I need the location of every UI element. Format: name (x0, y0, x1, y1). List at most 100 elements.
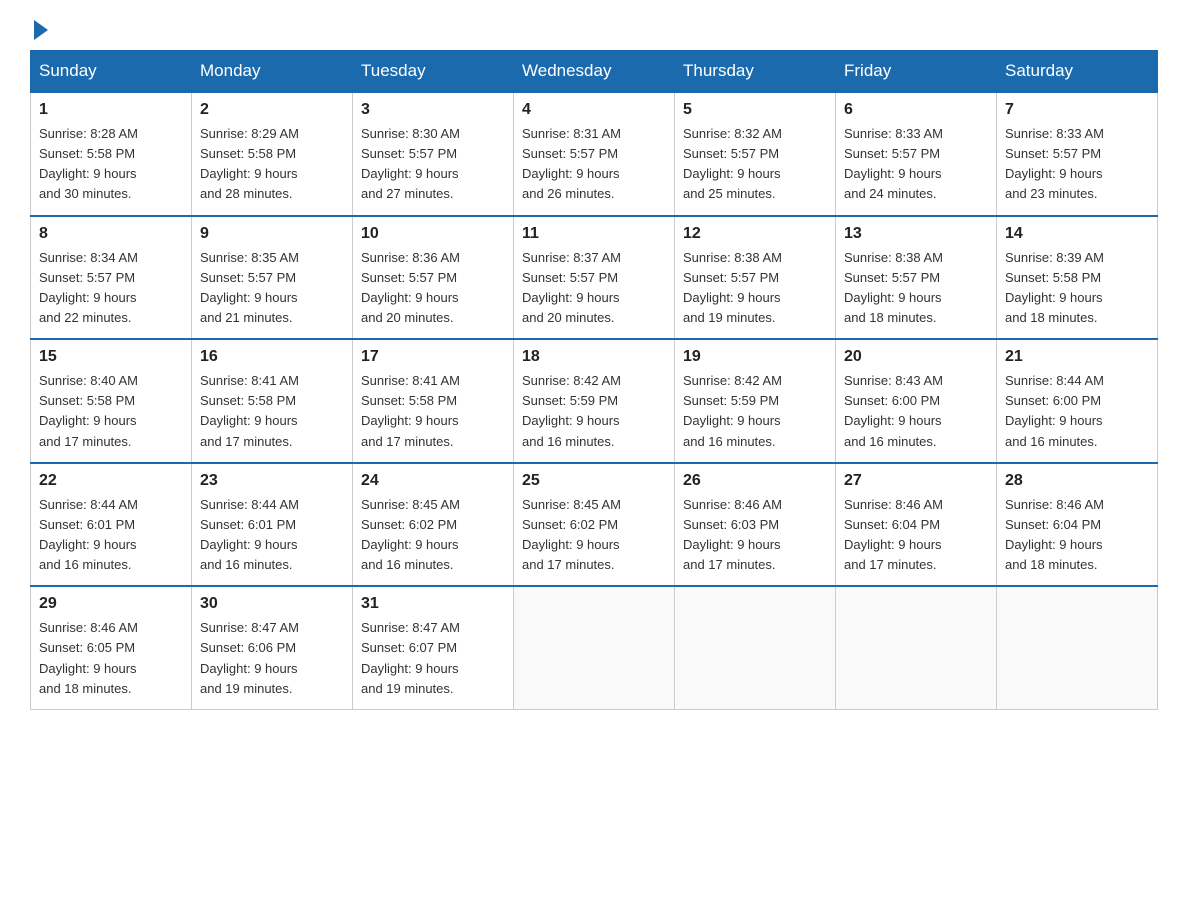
calendar-cell: 22 Sunrise: 8:44 AM Sunset: 6:01 PM Dayl… (31, 463, 192, 587)
logo-blue-text (30, 20, 48, 40)
daylight-label: Daylight: 9 hours (200, 661, 298, 676)
day-info: Sunrise: 8:44 AM Sunset: 6:00 PM Dayligh… (1005, 371, 1149, 452)
day-info: Sunrise: 8:40 AM Sunset: 5:58 PM Dayligh… (39, 371, 183, 452)
sunrise-label: Sunrise: 8:33 AM (1005, 126, 1104, 141)
daylight-label: Daylight: 9 hours (844, 537, 942, 552)
sunset-label: Sunset: 5:58 PM (361, 393, 457, 408)
calendar-week-5: 29 Sunrise: 8:46 AM Sunset: 6:05 PM Dayl… (31, 586, 1158, 709)
day-number: 13 (844, 225, 988, 243)
sunrise-label: Sunrise: 8:46 AM (844, 497, 943, 512)
day-info: Sunrise: 8:29 AM Sunset: 5:58 PM Dayligh… (200, 124, 344, 205)
sunset-label: Sunset: 6:04 PM (844, 517, 940, 532)
day-number: 4 (522, 101, 666, 119)
day-number: 30 (200, 595, 344, 613)
day-number: 20 (844, 348, 988, 366)
weekday-header-thursday: Thursday (675, 51, 836, 93)
daylight-minutes: and 20 minutes. (522, 310, 615, 325)
daylight-minutes: and 18 minutes. (1005, 557, 1098, 572)
day-info: Sunrise: 8:39 AM Sunset: 5:58 PM Dayligh… (1005, 248, 1149, 329)
day-number: 5 (683, 101, 827, 119)
daylight-minutes: and 16 minutes. (200, 557, 293, 572)
day-info: Sunrise: 8:45 AM Sunset: 6:02 PM Dayligh… (522, 495, 666, 576)
daylight-minutes: and 17 minutes. (683, 557, 776, 572)
day-number: 18 (522, 348, 666, 366)
daylight-label: Daylight: 9 hours (361, 290, 459, 305)
day-number: 2 (200, 101, 344, 119)
daylight-label: Daylight: 9 hours (39, 537, 137, 552)
sunrise-label: Sunrise: 8:38 AM (844, 250, 943, 265)
daylight-minutes: and 19 minutes. (200, 681, 293, 696)
weekday-header-saturday: Saturday (997, 51, 1158, 93)
sunrise-label: Sunrise: 8:28 AM (39, 126, 138, 141)
sunset-label: Sunset: 5:57 PM (200, 270, 296, 285)
daylight-label: Daylight: 9 hours (39, 166, 137, 181)
calendar-cell: 20 Sunrise: 8:43 AM Sunset: 6:00 PM Dayl… (836, 339, 997, 463)
day-info: Sunrise: 8:33 AM Sunset: 5:57 PM Dayligh… (844, 124, 988, 205)
logo-arrow-icon (34, 20, 48, 40)
day-info: Sunrise: 8:42 AM Sunset: 5:59 PM Dayligh… (683, 371, 827, 452)
sunset-label: Sunset: 5:57 PM (844, 146, 940, 161)
daylight-minutes: and 17 minutes. (522, 557, 615, 572)
daylight-label: Daylight: 9 hours (361, 166, 459, 181)
calendar-cell: 30 Sunrise: 8:47 AM Sunset: 6:06 PM Dayl… (192, 586, 353, 709)
day-number: 14 (1005, 225, 1149, 243)
day-info: Sunrise: 8:44 AM Sunset: 6:01 PM Dayligh… (39, 495, 183, 576)
day-info: Sunrise: 8:31 AM Sunset: 5:57 PM Dayligh… (522, 124, 666, 205)
day-number: 29 (39, 595, 183, 613)
sunrise-label: Sunrise: 8:32 AM (683, 126, 782, 141)
daylight-label: Daylight: 9 hours (522, 166, 620, 181)
daylight-label: Daylight: 9 hours (844, 166, 942, 181)
sunset-label: Sunset: 5:57 PM (683, 270, 779, 285)
day-number: 28 (1005, 472, 1149, 490)
calendar-cell: 26 Sunrise: 8:46 AM Sunset: 6:03 PM Dayl… (675, 463, 836, 587)
day-info: Sunrise: 8:32 AM Sunset: 5:57 PM Dayligh… (683, 124, 827, 205)
day-info: Sunrise: 8:46 AM Sunset: 6:04 PM Dayligh… (844, 495, 988, 576)
day-info: Sunrise: 8:30 AM Sunset: 5:57 PM Dayligh… (361, 124, 505, 205)
calendar-cell (514, 586, 675, 709)
daylight-minutes: and 28 minutes. (200, 186, 293, 201)
day-number: 21 (1005, 348, 1149, 366)
daylight-minutes: and 27 minutes. (361, 186, 454, 201)
calendar-week-4: 22 Sunrise: 8:44 AM Sunset: 6:01 PM Dayl… (31, 463, 1158, 587)
calendar-cell: 5 Sunrise: 8:32 AM Sunset: 5:57 PM Dayli… (675, 92, 836, 216)
day-info: Sunrise: 8:38 AM Sunset: 5:57 PM Dayligh… (844, 248, 988, 329)
sunrise-label: Sunrise: 8:30 AM (361, 126, 460, 141)
daylight-label: Daylight: 9 hours (361, 661, 459, 676)
sunset-label: Sunset: 6:07 PM (361, 640, 457, 655)
sunrise-label: Sunrise: 8:38 AM (683, 250, 782, 265)
calendar-cell: 29 Sunrise: 8:46 AM Sunset: 6:05 PM Dayl… (31, 586, 192, 709)
day-info: Sunrise: 8:46 AM Sunset: 6:03 PM Dayligh… (683, 495, 827, 576)
calendar-cell: 17 Sunrise: 8:41 AM Sunset: 5:58 PM Dayl… (353, 339, 514, 463)
day-number: 17 (361, 348, 505, 366)
daylight-label: Daylight: 9 hours (522, 290, 620, 305)
sunrise-label: Sunrise: 8:34 AM (39, 250, 138, 265)
sunrise-label: Sunrise: 8:46 AM (683, 497, 782, 512)
daylight-minutes: and 16 minutes. (361, 557, 454, 572)
daylight-minutes: and 19 minutes. (683, 310, 776, 325)
sunrise-label: Sunrise: 8:46 AM (39, 620, 138, 635)
day-number: 19 (683, 348, 827, 366)
sunrise-label: Sunrise: 8:35 AM (200, 250, 299, 265)
daylight-label: Daylight: 9 hours (683, 537, 781, 552)
daylight-label: Daylight: 9 hours (844, 290, 942, 305)
daylight-minutes: and 20 minutes. (361, 310, 454, 325)
day-number: 10 (361, 225, 505, 243)
calendar-cell: 31 Sunrise: 8:47 AM Sunset: 6:07 PM Dayl… (353, 586, 514, 709)
sunset-label: Sunset: 5:58 PM (1005, 270, 1101, 285)
weekday-header-tuesday: Tuesday (353, 51, 514, 93)
day-number: 23 (200, 472, 344, 490)
daylight-minutes: and 17 minutes. (844, 557, 937, 572)
day-number: 15 (39, 348, 183, 366)
daylight-label: Daylight: 9 hours (200, 290, 298, 305)
daylight-minutes: and 16 minutes. (39, 557, 132, 572)
day-number: 24 (361, 472, 505, 490)
sunset-label: Sunset: 5:57 PM (39, 270, 135, 285)
calendar-cell: 2 Sunrise: 8:29 AM Sunset: 5:58 PM Dayli… (192, 92, 353, 216)
daylight-label: Daylight: 9 hours (1005, 290, 1103, 305)
day-info: Sunrise: 8:38 AM Sunset: 5:57 PM Dayligh… (683, 248, 827, 329)
day-number: 11 (522, 225, 666, 243)
calendar-cell: 14 Sunrise: 8:39 AM Sunset: 5:58 PM Dayl… (997, 216, 1158, 340)
calendar-cell: 7 Sunrise: 8:33 AM Sunset: 5:57 PM Dayli… (997, 92, 1158, 216)
daylight-minutes: and 17 minutes. (39, 434, 132, 449)
calendar-cell: 16 Sunrise: 8:41 AM Sunset: 5:58 PM Dayl… (192, 339, 353, 463)
